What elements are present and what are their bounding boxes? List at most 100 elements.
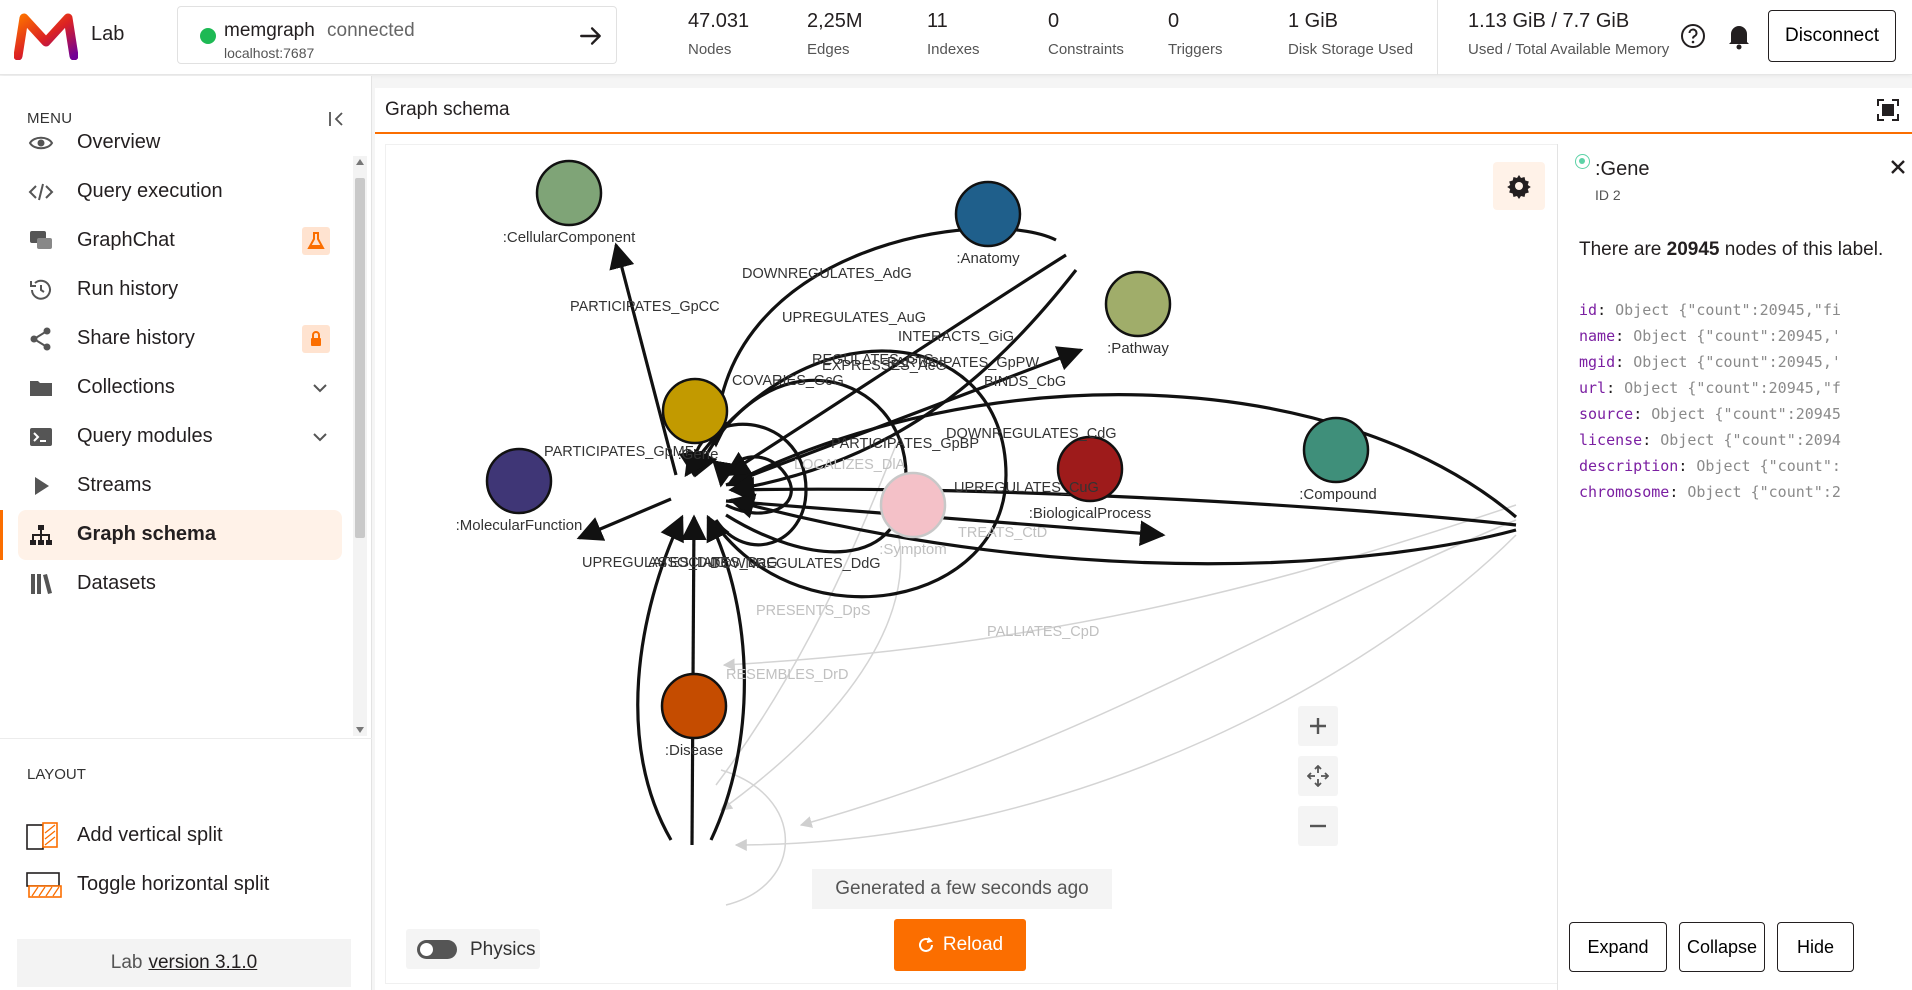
- minus-icon: [1310, 824, 1326, 828]
- hide-button[interactable]: Hide: [1777, 922, 1854, 972]
- bell-icon[interactable]: [1726, 22, 1752, 50]
- edge-label: PALLIATES_CpD: [987, 624, 1099, 640]
- expand-button[interactable]: Expand: [1569, 922, 1667, 972]
- node-count: 20945: [1666, 239, 1720, 260]
- sidebar-item-query-execution[interactable]: Query execution: [18, 167, 342, 217]
- edge-label: COVARIES_GcG: [732, 373, 844, 389]
- vertical-split-icon: [26, 822, 58, 850]
- connection-name: memgraph: [224, 20, 315, 41]
- graph-edge-labels: PARTICIPATES_GpCC DOWNREGULATES_AdG UPRE…: [544, 266, 1117, 683]
- sidebar-item-label: Query modules: [77, 425, 213, 447]
- node-pathway[interactable]: [1104, 270, 1172, 338]
- layout-header: LAYOUT: [27, 766, 86, 783]
- version-link[interactable]: version 3.1.0: [148, 952, 257, 974]
- node-label: :Pathway: [1107, 340, 1169, 357]
- sidebar-item-label: Streams: [77, 474, 152, 496]
- details-description: There are 20945 nodes of this label.: [1579, 239, 1884, 260]
- memgraph-logo[interactable]: [14, 12, 78, 60]
- disconnect-button[interactable]: Disconnect: [1768, 10, 1896, 62]
- flask-icon: [302, 227, 330, 255]
- edge-label: UPREGULATES_CuG: [954, 480, 1099, 496]
- lock-icon: [302, 325, 330, 353]
- chevron-down-icon[interactable]: [310, 427, 330, 447]
- property-row: chromosome: Object {"count":2: [1579, 483, 1841, 501]
- node-disease[interactable]: [660, 672, 728, 740]
- sidebar-item-collections[interactable]: Collections: [18, 363, 342, 413]
- connection-status-dot: [200, 28, 216, 44]
- edge-label: PRESENTS_DpS: [756, 603, 870, 619]
- sidebar-item-query-modules[interactable]: Query modules: [18, 412, 342, 462]
- property-row: id: Object {"count":20945,"fi: [1579, 301, 1841, 319]
- property-row: source: Object {"count":20945: [1579, 405, 1841, 423]
- gear-icon: [1507, 175, 1531, 199]
- stat-memory: 1.13 GiB / 7.7 GiB Used / Total Available…: [1468, 10, 1670, 58]
- node-molecular-function[interactable]: [485, 447, 553, 515]
- property-row: name: Object {"count":20945,': [1579, 327, 1841, 345]
- history-icon: [30, 279, 51, 300]
- node-cellular-component[interactable]: [535, 159, 603, 227]
- sidebar-item-label: Collections: [77, 376, 175, 398]
- edge-label: LOCALIZES_DlA: [794, 457, 906, 473]
- sidebar-item-overview[interactable]: Overview: [18, 118, 342, 168]
- physics-toggle[interactable]: Physics: [406, 929, 540, 969]
- scroll-thumb[interactable]: [355, 178, 365, 538]
- graph-settings-button[interactable]: [1493, 162, 1545, 210]
- node-anatomy[interactable]: [954, 180, 1022, 248]
- close-icon[interactable]: [1888, 157, 1908, 177]
- sidebar-item-graph-schema[interactable]: Graph schema: [18, 510, 342, 560]
- top-bar: Lab memgraph connected localhost:7687 47…: [0, 0, 1912, 75]
- fullscreen-icon[interactable]: [1876, 98, 1900, 122]
- edge-label: PARTICIPATES_GpPW: [887, 355, 1039, 371]
- sidebar: MENU Overview Query execution GraphChat …: [0, 76, 372, 990]
- zoom-in-button[interactable]: [1298, 706, 1338, 746]
- node-gene[interactable]: [661, 377, 729, 445]
- center-icon: [1307, 765, 1329, 787]
- horizontal-split-icon: [26, 872, 62, 898]
- graph-canvas[interactable]: :CellularComponent :Anatomy :Pathway :Ge…: [385, 144, 1560, 984]
- divider: [0, 738, 372, 739]
- stat-triggers: 0 Triggers: [1168, 10, 1223, 58]
- toggle-switch[interactable]: [417, 940, 457, 959]
- sidebar-scrollbar[interactable]: [353, 156, 367, 736]
- reload-button[interactable]: Reload: [894, 919, 1026, 971]
- sidebar-item-share-history[interactable]: Share history: [18, 314, 342, 364]
- divider: [1437, 0, 1438, 75]
- node-compound[interactable]: [1302, 416, 1370, 484]
- active-indicator: [0, 510, 3, 560]
- add-vertical-split-button[interactable]: Add vertical split: [18, 811, 342, 861]
- sidebar-item-label: Datasets: [77, 572, 156, 594]
- terminal-icon: [30, 428, 52, 446]
- node-color-indicator: [1575, 154, 1590, 169]
- books-icon: [31, 574, 52, 594]
- stat-nodes: 47.031 Nodes: [688, 10, 750, 58]
- code-icon: [28, 183, 54, 201]
- arrow-right-icon[interactable]: [578, 23, 604, 49]
- connection-box[interactable]: memgraph connected localhost:7687: [177, 6, 617, 64]
- scroll-down-icon[interactable]: [356, 727, 364, 733]
- stat-indexes: 11 Indexes: [927, 10, 980, 58]
- sidebar-item-graphchat[interactable]: GraphChat: [18, 216, 342, 266]
- node-symptom[interactable]: [879, 471, 947, 539]
- node-label: :CellularComponent: [503, 229, 636, 246]
- sidebar-item-run-history[interactable]: Run history: [18, 265, 342, 315]
- plus-icon: [1310, 718, 1326, 734]
- scroll-up-icon[interactable]: [356, 159, 364, 165]
- help-icon[interactable]: [1679, 22, 1707, 50]
- stat-disk: 1 GiB Disk Storage Used: [1288, 10, 1414, 58]
- schema-graph[interactable]: :CellularComponent :Anatomy :Pathway :Ge…: [386, 145, 1561, 985]
- details-title: :Gene: [1595, 158, 1650, 180]
- fit-to-screen-button[interactable]: [1298, 756, 1338, 796]
- sidebar-item-streams[interactable]: Streams: [18, 461, 342, 511]
- sidebar-item-datasets[interactable]: Datasets: [18, 559, 342, 609]
- node-details-panel: :Gene ID 2 There are 20945 nodes of this…: [1557, 144, 1912, 990]
- edge-label: PARTICIPATES_GpCC: [570, 299, 720, 315]
- node-label: :Compound: [1299, 486, 1377, 503]
- edge-label: DOWNREGULATES_AdG: [742, 266, 912, 282]
- collapse-button[interactable]: Collapse: [1679, 922, 1765, 972]
- chevron-down-icon[interactable]: [310, 378, 330, 398]
- edge-label: INTERACTS_GiG: [898, 329, 1014, 345]
- generated-timestamp: Generated a few seconds ago: [812, 869, 1112, 909]
- physics-label: Physics: [470, 939, 536, 960]
- zoom-out-button[interactable]: [1298, 806, 1338, 846]
- toggle-horizontal-split-button[interactable]: Toggle horizontal split: [18, 860, 342, 910]
